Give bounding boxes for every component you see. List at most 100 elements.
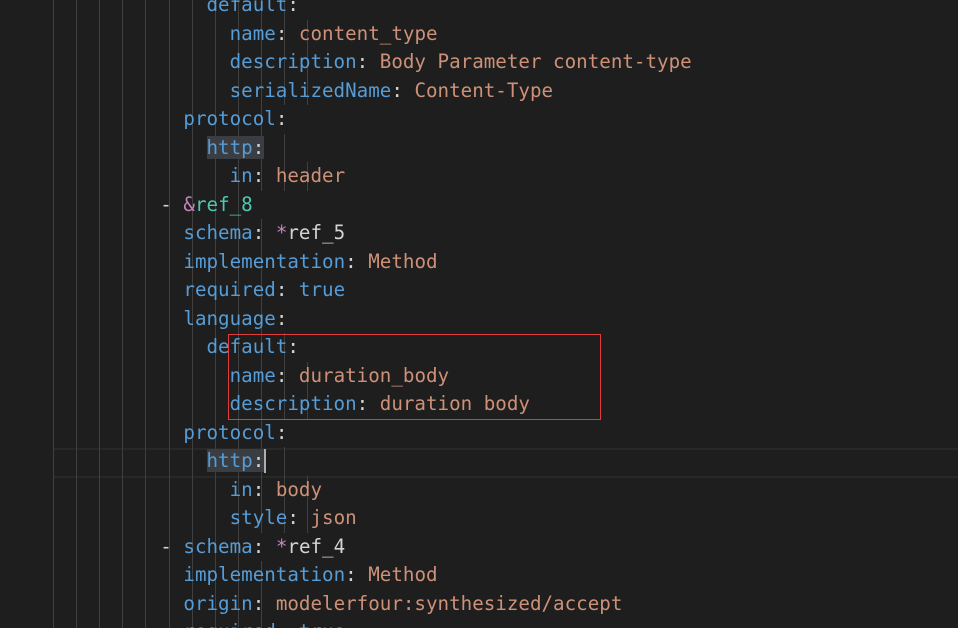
- code-text[interactable]: default:: [207, 0, 299, 20]
- line-number: 0: [0, 105, 19, 134]
- code-editor[interactable]: 6 default: 7 name: content_type 8 description…: [0, 0, 958, 628]
- indent-guide: [53, 447, 54, 476]
- code-line[interactable]: 5 - schema: *ref_4: [0, 532, 958, 562]
- code-token: :: [252, 591, 276, 615]
- line-number: 1: [0, 134, 19, 163]
- indent-guide: [122, 247, 124, 276]
- code-text[interactable]: implementation: Method: [183, 248, 437, 277]
- indent-guide: [53, 190, 54, 219]
- indent-guide: [53, 532, 54, 561]
- code-line[interactable]: 3 in: body: [0, 475, 958, 505]
- code-line[interactable]: 9 serializedName: Content-Type: [0, 76, 958, 106]
- indent-guide: [191, 504, 193, 533]
- code-line[interactable]: 4 style: json: [0, 504, 958, 533]
- indent-guide: [284, 133, 285, 162]
- code-line[interactable]: 8 description: Body Parameter content-typ…: [0, 48, 958, 77]
- indent-guide: [122, 190, 124, 219]
- code-text[interactable]: required: true: [183, 276, 345, 305]
- code-text[interactable]: http:: [206, 447, 265, 476]
- code-text[interactable]: schema: *ref_5: [183, 219, 345, 248]
- code-token: ref_4: [287, 534, 346, 558]
- code-line[interactable]: 7 language:: [0, 304, 958, 334]
- code-token: schema: [183, 534, 253, 558]
- code-text[interactable]: name: content_type: [230, 20, 438, 49]
- code-token: &: [183, 192, 195, 216]
- code-text[interactable]: style: json: [230, 504, 357, 533]
- indent-guide: [122, 333, 124, 362]
- indent-guide: [168, 589, 170, 618]
- indent-guide: [122, 504, 124, 533]
- line-number: 6: [0, 276, 19, 305]
- indent-guide: [168, 76, 170, 105]
- indent-guide: [122, 361, 124, 390]
- code-token: :: [275, 278, 299, 301]
- code-token: Method: [368, 249, 438, 273]
- code-text[interactable]: - schema: *ref_4: [160, 533, 345, 562]
- code-token: language: [183, 306, 276, 330]
- code-text[interactable]: language:: [183, 305, 287, 334]
- indent-guide: [53, 390, 54, 419]
- code-text[interactable]: description: Body Parameter content-type: [230, 48, 692, 77]
- indent-guide: [122, 133, 124, 162]
- indent-guide: [145, 48, 147, 77]
- code-line[interactable]: 6 required: true: [0, 276, 958, 305]
- code-line[interactable]: 8 required: true: [0, 618, 958, 628]
- code-text[interactable]: http:: [206, 134, 265, 163]
- code-text[interactable]: in: header: [230, 162, 346, 191]
- indent-guide: [191, 162, 193, 191]
- indent-guide: [76, 532, 78, 561]
- indent-guide: [145, 190, 147, 219]
- indent-guide: [122, 76, 124, 105]
- indent-guide: [76, 276, 78, 305]
- code-text[interactable]: required: true: [183, 618, 345, 628]
- code-line[interactable]: 2 http:: [0, 447, 958, 476]
- code-line[interactable]: 4 schema: *ref_5: [0, 219, 958, 248]
- code-token: :: [275, 21, 299, 45]
- code-line[interactable]: 5 implementation: Method: [0, 247, 958, 277]
- indent-guide: [99, 447, 101, 476]
- indent-guide: [145, 219, 147, 248]
- code-token: :: [287, 0, 299, 16]
- code-line[interactable]: 1 http:: [0, 133, 958, 163]
- indent-guide: [99, 475, 101, 504]
- code-line[interactable]: 2 in: header: [0, 162, 958, 191]
- code-token: implementation: [183, 249, 346, 273]
- code-text[interactable]: origin: modelerfour:synthesized/accept: [183, 590, 622, 619]
- code-text[interactable]: protocol:: [183, 105, 287, 134]
- code-token: json: [310, 506, 357, 529]
- indent-guide: [99, 276, 101, 305]
- code-token: protocol: [183, 107, 276, 130]
- code-token: ref_8: [194, 192, 253, 216]
- indent-guide: [99, 190, 101, 219]
- text-cursor: [264, 449, 267, 473]
- code-line[interactable]: 7 origin: modelerfour:synthesized/accept: [0, 589, 958, 619]
- indent-guide: [145, 247, 147, 276]
- code-line[interactable]: 1 protocol:: [0, 418, 958, 448]
- code-line[interactable]: 3 - &ref_8: [0, 190, 958, 220]
- code-line[interactable]: 6 implementation: Method: [0, 561, 958, 590]
- indent-guide: [122, 618, 124, 628]
- code-text[interactable]: protocol:: [183, 419, 287, 448]
- indent-guide: [122, 561, 124, 590]
- code-text[interactable]: - &ref_8: [160, 191, 252, 220]
- indent-guide: [99, 105, 101, 134]
- indent-guide: [191, 133, 193, 162]
- code-text[interactable]: serializedName: Content-Type: [230, 77, 553, 106]
- code-text[interactable]: implementation: Method: [183, 561, 437, 590]
- code-token: :: [252, 221, 276, 244]
- code-text[interactable]: in: body: [230, 476, 322, 505]
- line-number: 3: [0, 191, 19, 220]
- indent-guide: [76, 247, 78, 276]
- indent-guide: [76, 589, 78, 618]
- code-token: implementation: [183, 563, 346, 586]
- code-line[interactable]: 0 protocol:: [0, 105, 958, 134]
- code-token: :: [252, 534, 276, 558]
- indent-guide: [53, 219, 54, 248]
- code-token: :: [287, 506, 311, 529]
- code-line[interactable]: 6 default:: [0, 0, 958, 20]
- line-number: 3: [0, 476, 19, 505]
- indent-guide: [145, 162, 147, 191]
- indent-guide: [53, 19, 54, 48]
- code-line[interactable]: 7 name: content_type: [0, 19, 958, 49]
- code-token: :: [345, 249, 369, 273]
